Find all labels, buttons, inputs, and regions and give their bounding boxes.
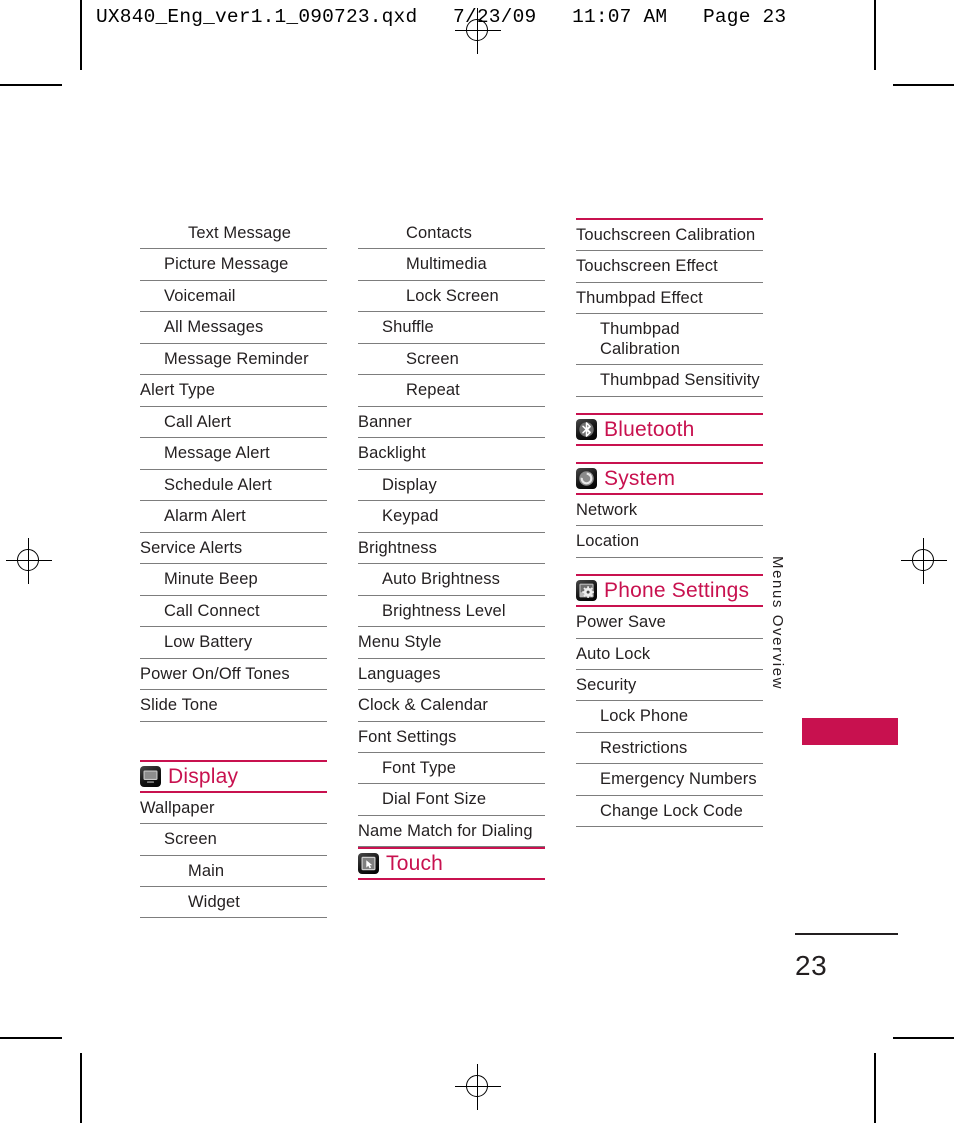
menu-item-low-battery[interactable]: Low Battery (140, 627, 327, 659)
crop-mark-bottom-left-vertical (80, 1053, 82, 1123)
section-title: Phone Settings (604, 578, 750, 602)
registration-mark-right-center (901, 538, 947, 584)
bluetooth-icon (576, 418, 597, 440)
menu-item-keypad[interactable]: Keypad (358, 501, 545, 533)
page-number: 23 (795, 950, 828, 981)
display-icon (140, 765, 161, 787)
menu-item-banner[interactable]: Banner (358, 407, 545, 439)
touch-icon (358, 853, 379, 875)
menu-item-emergency-numbers[interactable]: Emergency Numbers (576, 764, 763, 796)
menu-item-clock-and-calendar[interactable]: Clock & Calendar (358, 690, 545, 722)
menu-item-schedule-alert[interactable]: Schedule Alert (140, 470, 327, 502)
section-header-display[interactable]: Display (140, 759, 327, 793)
menu-item-brightness-level[interactable]: Brightness Level (358, 596, 545, 628)
phone-settings-icon (576, 579, 597, 601)
menu-item-shuffle[interactable]: Shuffle (358, 312, 545, 344)
section-rail-tab (802, 718, 898, 745)
crop-mark-top-right-horizontal (893, 84, 954, 86)
menu-item-location[interactable]: Location (576, 526, 763, 558)
crop-mark-bottom-right-vertical (874, 1053, 876, 1123)
menu-item-slide-tone[interactable]: Slide Tone (140, 690, 327, 722)
crop-mark-bottom-left-horizontal (0, 1037, 62, 1039)
menu-item-security[interactable]: Security (576, 670, 763, 702)
menu-item-alarm-alert[interactable]: Alarm Alert (140, 501, 327, 533)
menu-item-font-type[interactable]: Font Type (358, 753, 545, 785)
menu-item-display[interactable]: Display (358, 470, 545, 502)
menu-item-lock-screen[interactable]: Lock Screen (358, 281, 545, 313)
menu-item-multimedia[interactable]: Multimedia (358, 249, 545, 281)
menu-column-1: Text Message Picture Message Voicemail All … (140, 218, 327, 919)
crop-mark-top-right-vertical (874, 0, 876, 70)
menu-item-brightness[interactable]: Brightness (358, 533, 545, 565)
section-title: Bluetooth (604, 417, 695, 441)
menu-item-power-on-off-tones[interactable]: Power On/Off Tones (140, 659, 327, 691)
crop-mark-bottom-right-horizontal (893, 1037, 954, 1039)
menu-item-name-match-for-dialing[interactable]: Name Match for Dialing (358, 816, 545, 848)
page-header-slug: UX840_Eng_ver1.1_090723.qxd 7/23/09 11:0… (96, 6, 787, 28)
registration-mark-left-center (6, 538, 52, 584)
menu-item-network[interactable]: Network (576, 495, 763, 527)
registration-mark-bottom-center (455, 1064, 501, 1110)
section-header-bluetooth[interactable]: Bluetooth (576, 412, 763, 446)
menu-item-auto-lock[interactable]: Auto Lock (576, 639, 763, 670)
section-title: System (604, 466, 676, 490)
menu-item-wallpaper[interactable]: Wallpaper (140, 793, 327, 825)
section-title: Touch (386, 852, 444, 876)
menu-item-text-message[interactable]: Text Message (140, 218, 327, 250)
menu-item-message-alert[interactable]: Message Alert (140, 438, 327, 470)
menu-item-alert-type[interactable]: Alert Type (140, 375, 327, 407)
menu-item-thumbpad-sensitivity[interactable]: Thumbpad Sensitivity (576, 365, 763, 397)
section-title: Display (168, 764, 239, 788)
menu-item-change-lock-code[interactable]: Change Lock Code (576, 796, 763, 828)
menu-column-3: Touchscreen Calibration Touchscreen Effec… (576, 218, 763, 828)
menu-item-call-connect[interactable]: Call Connect (140, 596, 327, 628)
menu-item-service-alerts[interactable]: Service Alerts (140, 533, 327, 565)
menu-item-dial-font-size[interactable]: Dial Font Size (358, 784, 545, 816)
menu-item-thumbpad-calibration[interactable]: Thumbpad Calibration (576, 314, 763, 366)
system-icon (576, 467, 597, 489)
menu-item-lock-phone[interactable]: Lock Phone (576, 701, 763, 733)
menu-item-auto-brightness[interactable]: Auto Brightness (358, 564, 545, 596)
menu-item-minute-beep[interactable]: Minute Beep (140, 564, 327, 596)
menu-item-message-reminder[interactable]: Message Reminder (140, 344, 327, 376)
menu-item-power-save[interactable]: Power Save (576, 607, 763, 639)
section-rail-label: Menus Overview (769, 556, 786, 691)
menu-item-touchscreen-calibration[interactable]: Touchscreen Calibration (576, 220, 763, 252)
menu-item-screen[interactable]: Screen (358, 344, 545, 376)
menu-item-widget[interactable]: Widget (140, 887, 327, 919)
menu-item-restrictions[interactable]: Restrictions (576, 733, 763, 765)
menu-item-all-messages[interactable]: All Messages (140, 312, 327, 344)
menu-item-touchscreen-effect[interactable]: Touchscreen Effect (576, 251, 763, 283)
section-header-system[interactable]: System (576, 461, 763, 495)
menu-item-languages[interactable]: Languages (358, 659, 545, 691)
crop-mark-top-left-horizontal (0, 84, 62, 86)
menu-item-voicemail[interactable]: Voicemail (140, 281, 327, 313)
menu-item-font-settings[interactable]: Font Settings (358, 722, 545, 753)
section-header-touch[interactable]: Touch (358, 847, 545, 881)
folio-rule (795, 933, 898, 935)
menu-item-backlight[interactable]: Backlight (358, 438, 545, 470)
menu-item-call-alert[interactable]: Call Alert (140, 407, 327, 439)
crop-mark-top-left-vertical (80, 0, 82, 70)
section-header-phone-settings[interactable]: Phone Settings (576, 573, 763, 608)
menu-item-screen[interactable]: Screen (140, 824, 327, 856)
menu-item-thumbpad-effect[interactable]: Thumbpad Effect (576, 283, 763, 315)
menu-item-menu-style[interactable]: Menu Style (358, 627, 545, 659)
menu-item-repeat[interactable]: Repeat (358, 375, 545, 407)
menu-column-2: Contacts Multimedia Lock Screen Shuffle Scre… (358, 218, 545, 881)
menu-item-main[interactable]: Main (140, 856, 327, 887)
menu-item-contacts[interactable]: Contacts (358, 218, 545, 250)
menu-item-picture-message[interactable]: Picture Message (140, 249, 327, 281)
